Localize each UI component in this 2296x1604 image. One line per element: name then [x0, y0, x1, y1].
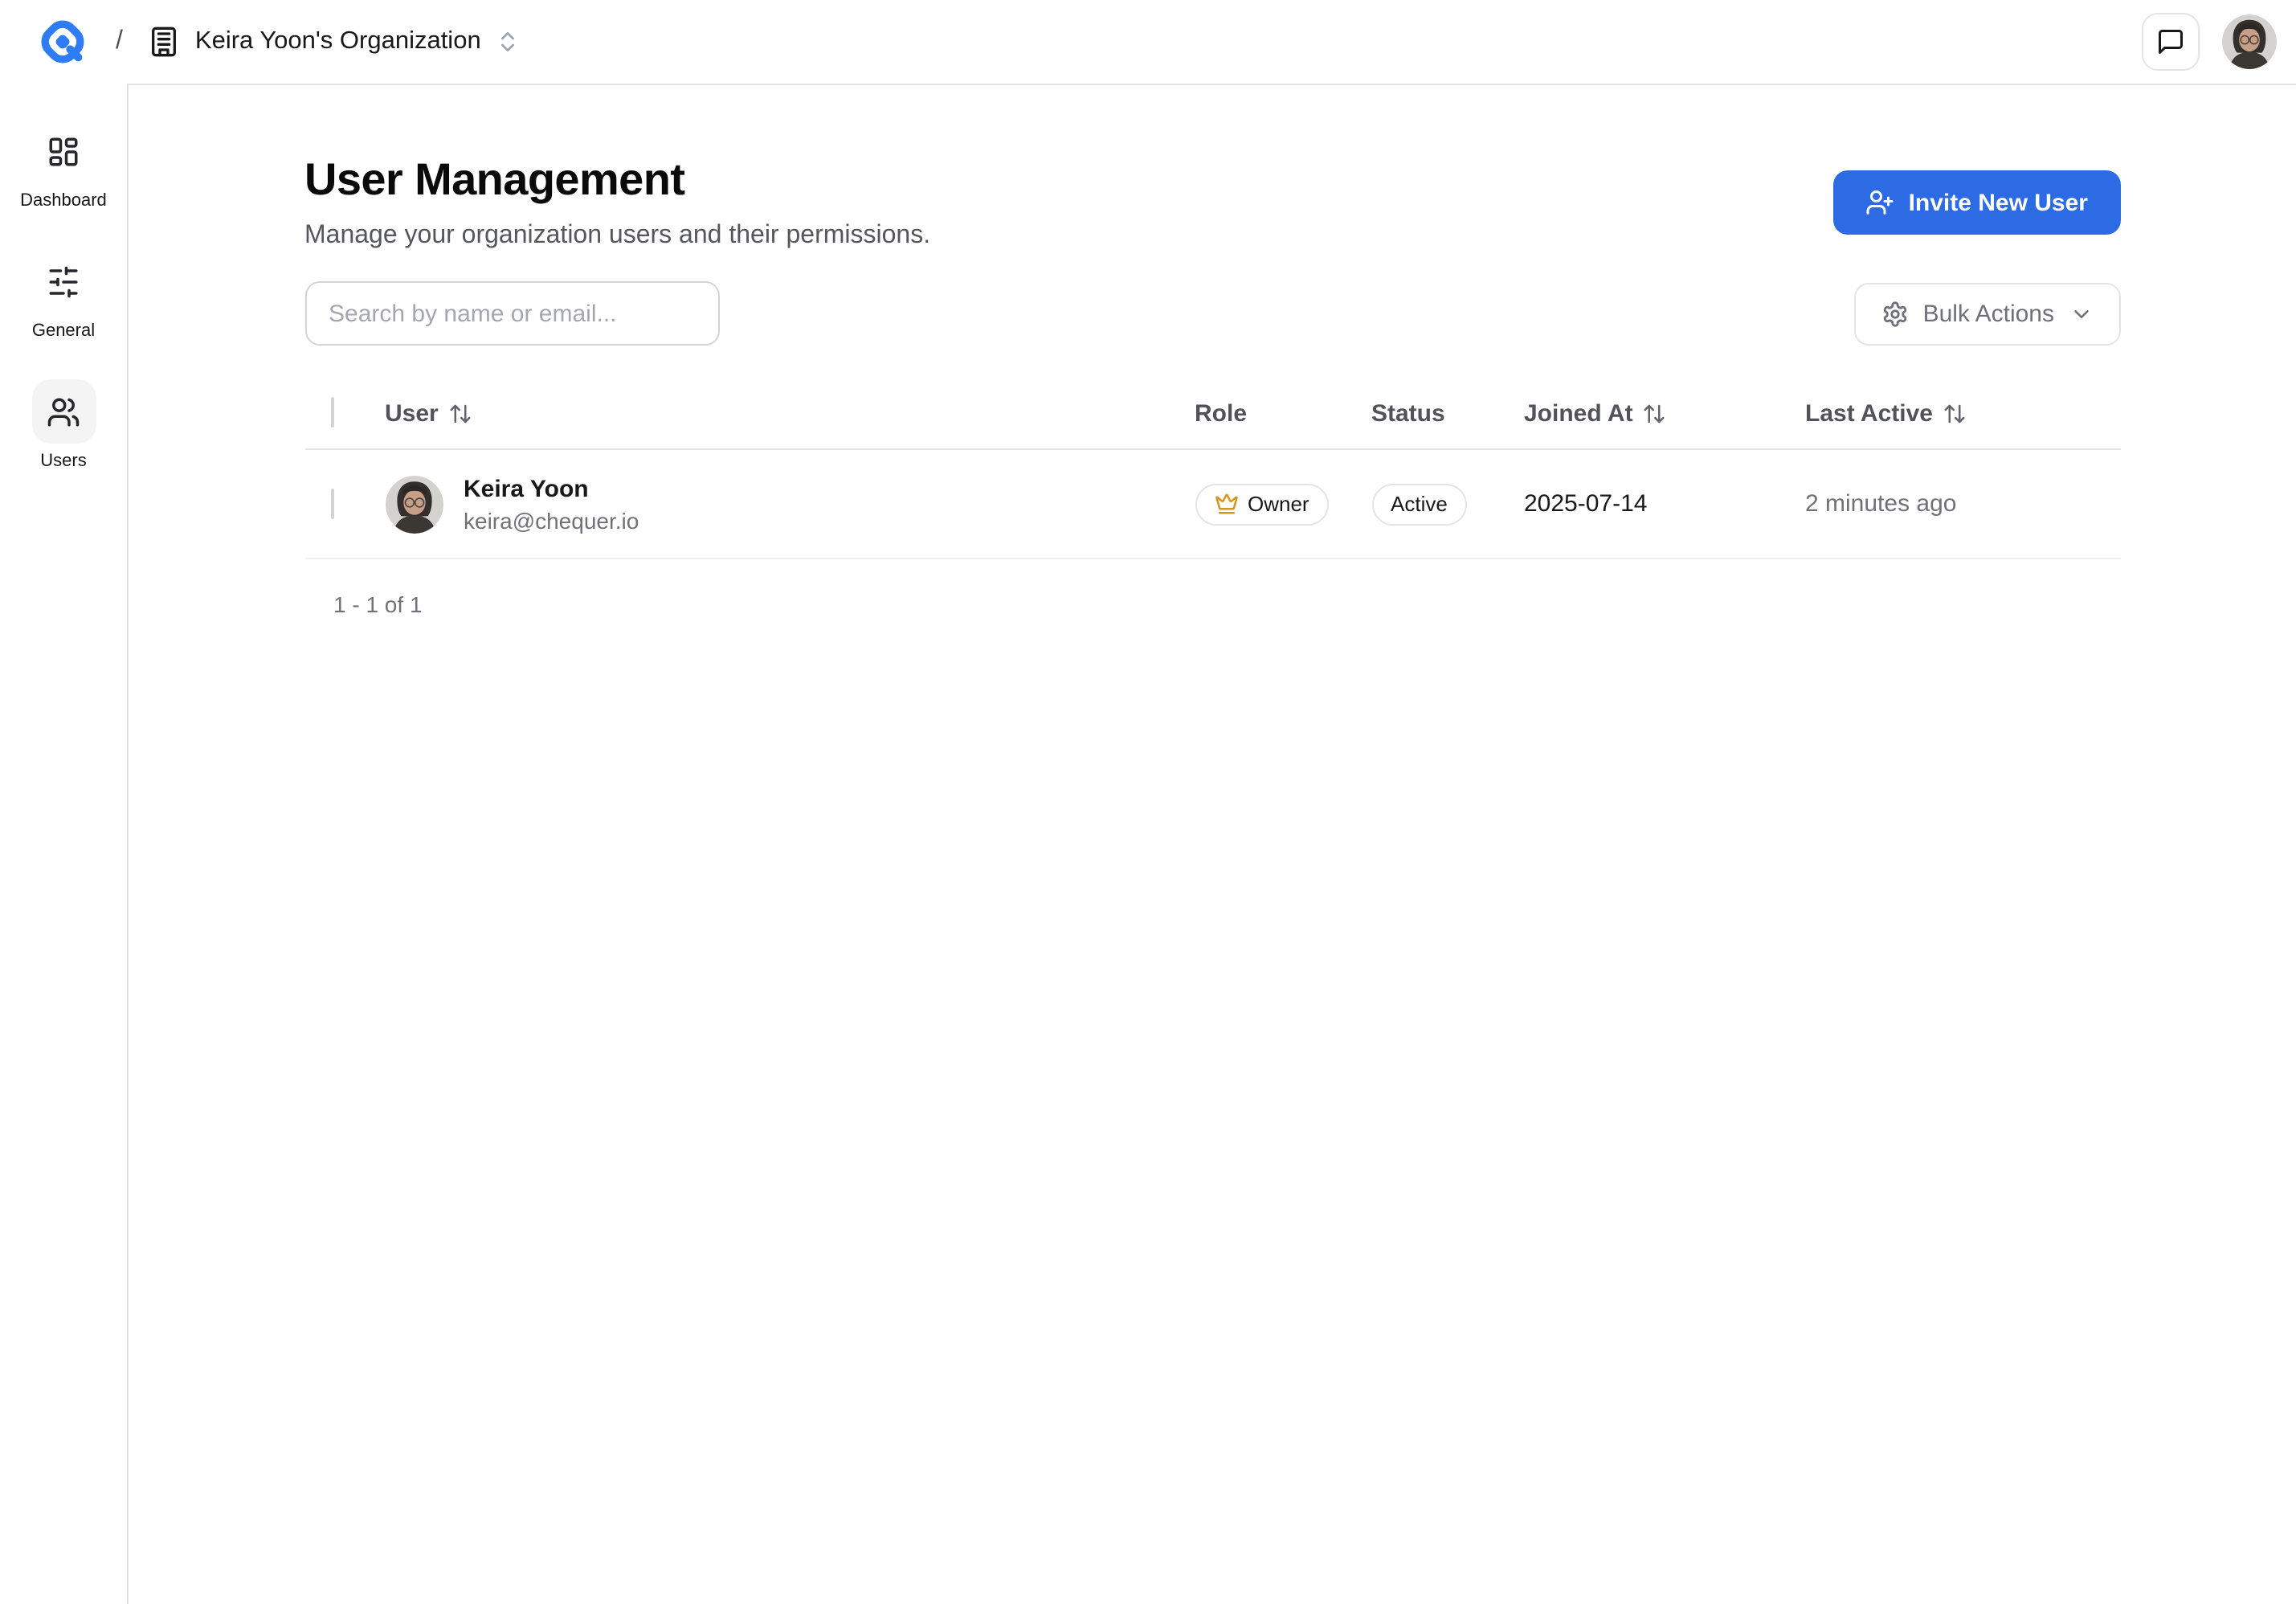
status-badge: Active	[1371, 483, 1467, 525]
sort-arrows-icon	[1944, 403, 1965, 423]
user-cell: Keira Yoon keira@chequer.io	[385, 475, 1195, 533]
chat-button[interactable]	[2142, 13, 2200, 71]
org-name: Keira Yoon's Organization	[194, 27, 481, 55]
column-header-status: Status	[1371, 399, 1445, 427]
joined-at-value: 2025-07-14	[1524, 490, 1648, 518]
gear-icon	[1883, 301, 1906, 326]
app-window: / Keira Yoon's Organization Dashboard Ge…	[0, 0, 2296, 1604]
status-label: Active	[1391, 492, 1448, 516]
sidebar-item-users[interactable]: Users	[6, 379, 121, 471]
building-icon	[152, 27, 177, 57]
row-avatar	[385, 475, 443, 533]
role-badge: Owner	[1195, 483, 1329, 525]
user-avatar[interactable]	[2222, 14, 2277, 69]
chat-bubble-icon	[2159, 30, 2183, 54]
row-checkbox[interactable]	[330, 488, 333, 518]
column-header-user[interactable]: User	[385, 399, 1195, 427]
chevron-down-icon	[2073, 309, 2088, 317]
table-row[interactable]: Keira Yoon keira@chequer.io Owner Active…	[304, 450, 2120, 559]
sort-arrows-icon	[450, 403, 471, 423]
bulk-actions-label: Bulk Actions	[1922, 300, 2054, 327]
sidebar-item-label: Users	[40, 452, 87, 471]
breadcrumb-separator: /	[116, 27, 123, 55]
users-icon	[47, 397, 80, 426]
org-switcher[interactable]: Keira Yoon's Organization	[149, 26, 521, 58]
column-header-joined[interactable]: Joined At	[1524, 399, 1805, 427]
sidebar-item-label: Dashboard	[20, 191, 107, 211]
role-label: Owner	[1248, 492, 1309, 516]
table-controls: Bulk Actions	[304, 281, 2120, 346]
table-header-row: User Role Status Joined At Last Active	[304, 378, 2120, 450]
last-active-value: 2 minutes ago	[1805, 490, 1957, 518]
select-all-checkbox[interactable]	[330, 397, 333, 428]
topbar-actions	[2142, 13, 2277, 71]
user-plus-icon	[1866, 190, 1894, 215]
page-header: User Management Manage your organization…	[304, 154, 2120, 251]
users-table: User Role Status Joined At Last Active K…	[304, 378, 2120, 617]
topbar: / Keira Yoon's Organization	[0, 0, 2296, 84]
user-email: keira@chequer.io	[464, 507, 639, 533]
main-content: User Management Manage your organization…	[129, 84, 2296, 1604]
sidebar-item-general[interactable]: General	[6, 249, 121, 341]
sidebar: Dashboard General Users	[0, 84, 129, 1604]
page-subtitle: Manage your organization users and their…	[304, 222, 931, 249]
user-name: Keira Yoon	[464, 475, 589, 502]
crown-icon	[1215, 493, 1237, 514]
brand-logo-icon[interactable]	[39, 18, 87, 66]
dashboard-grid-icon	[49, 137, 78, 166]
page-title: User Management	[304, 154, 685, 204]
pagination-summary: 1 - 1 of 1	[333, 591, 423, 617]
column-header-role: Role	[1195, 399, 1248, 427]
chevrons-up-down-icon	[501, 32, 515, 51]
sort-arrows-icon	[1644, 403, 1665, 423]
sliders-icon	[49, 265, 78, 297]
column-header-last-active[interactable]: Last Active	[1805, 399, 2120, 427]
invite-new-user-label: Invite New User	[1908, 189, 2088, 216]
bulk-actions-button[interactable]: Bulk Actions	[1853, 282, 2120, 345]
invite-new-user-button[interactable]: Invite New User	[1832, 170, 2120, 235]
search-input[interactable]	[304, 281, 719, 346]
sidebar-item-dashboard[interactable]: Dashboard	[6, 119, 121, 211]
sidebar-item-label: General	[31, 321, 96, 341]
